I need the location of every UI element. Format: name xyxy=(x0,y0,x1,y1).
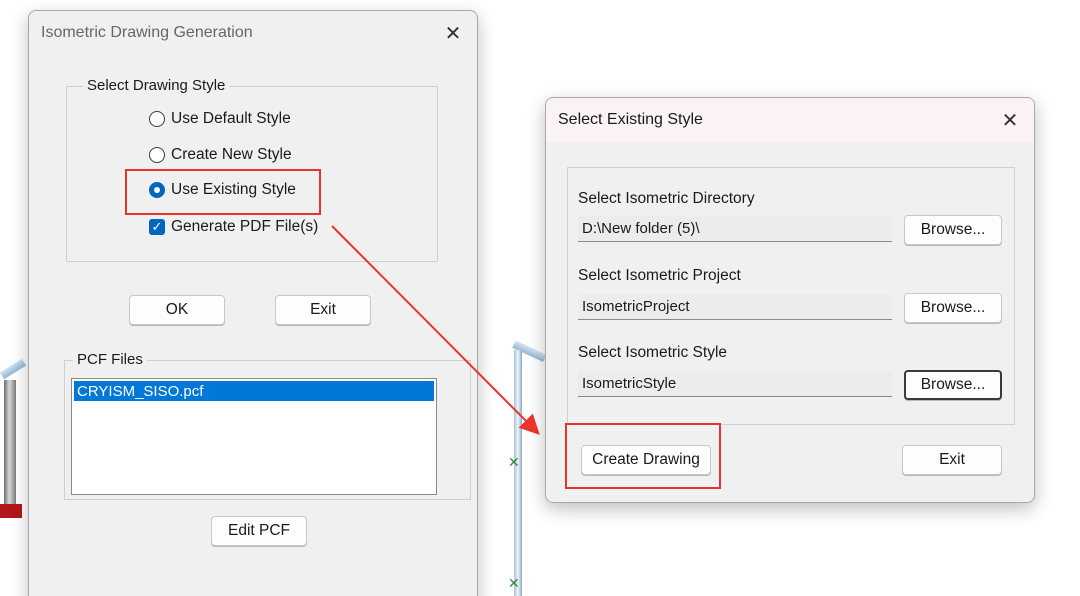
annotation-arrow xyxy=(331,225,540,435)
screen: ✕ ✕ Isometric Drawing Generation ✕ Selec… xyxy=(0,0,1080,596)
